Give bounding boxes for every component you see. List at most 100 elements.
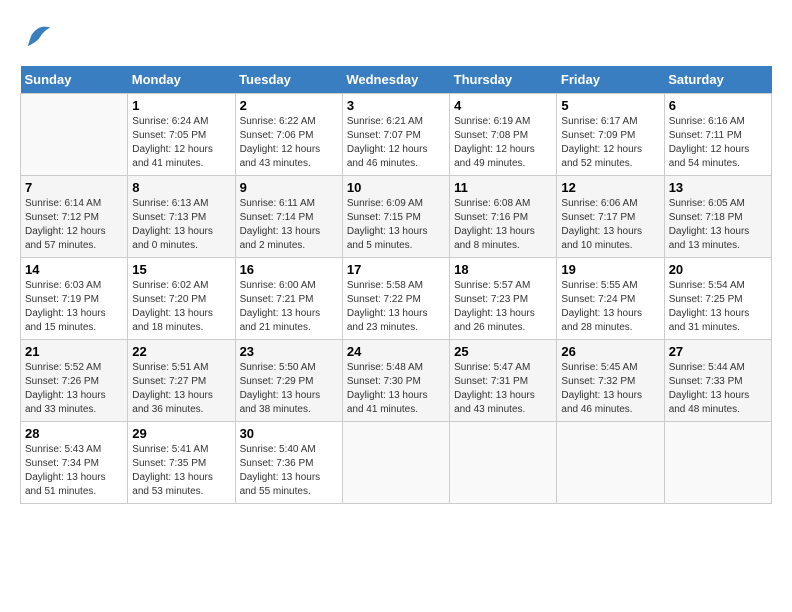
calendar-day-2: 2 Sunrise: 6:22 AMSunset: 7:06 PMDaylight… [235, 94, 342, 176]
day-number: 15 [132, 262, 230, 277]
day-number: 18 [454, 262, 552, 277]
calendar-empty-cell [21, 94, 128, 176]
day-number: 14 [25, 262, 123, 277]
day-number: 21 [25, 344, 123, 359]
day-number: 16 [240, 262, 338, 277]
calendar-day-26: 26 Sunrise: 5:45 AMSunset: 7:32 PMDayligh… [557, 340, 664, 422]
calendar-header-monday: Monday [128, 66, 235, 94]
day-info: Sunrise: 6:02 AMSunset: 7:20 PMDaylight:… [132, 279, 230, 335]
calendar-day-29: 29 Sunrise: 5:41 AMSunset: 7:35 PMDayligh… [128, 422, 235, 504]
day-info: Sunrise: 5:43 AMSunset: 7:34 PMDaylight:… [25, 443, 123, 499]
day-info: Sunrise: 6:03 AMSunset: 7:19 PMDaylight:… [25, 279, 123, 335]
day-number: 8 [132, 180, 230, 195]
calendar-table: SundayMondayTuesdayWednesdayThursdayFrid… [20, 66, 772, 504]
calendar-header-thursday: Thursday [450, 66, 557, 94]
calendar-empty-cell [557, 422, 664, 504]
calendar-day-17: 17 Sunrise: 5:58 AMSunset: 7:22 PMDayligh… [342, 258, 449, 340]
calendar-day-6: 6 Sunrise: 6:16 AMSunset: 7:11 PMDaylight… [664, 94, 771, 176]
calendar-header-saturday: Saturday [664, 66, 771, 94]
day-info: Sunrise: 5:58 AMSunset: 7:22 PMDaylight:… [347, 279, 445, 335]
calendar-day-5: 5 Sunrise: 6:17 AMSunset: 7:09 PMDaylight… [557, 94, 664, 176]
day-info: Sunrise: 6:09 AMSunset: 7:15 PMDaylight:… [347, 197, 445, 253]
day-info: Sunrise: 6:13 AMSunset: 7:13 PMDaylight:… [132, 197, 230, 253]
day-number: 23 [240, 344, 338, 359]
calendar-day-15: 15 Sunrise: 6:02 AMSunset: 7:20 PMDayligh… [128, 258, 235, 340]
calendar-empty-cell [342, 422, 449, 504]
day-info: Sunrise: 6:24 AMSunset: 7:05 PMDaylight:… [132, 115, 230, 171]
day-number: 28 [25, 426, 123, 441]
day-info: Sunrise: 5:54 AMSunset: 7:25 PMDaylight:… [669, 279, 767, 335]
page-header [20, 20, 772, 50]
day-info: Sunrise: 6:00 AMSunset: 7:21 PMDaylight:… [240, 279, 338, 335]
day-info: Sunrise: 6:16 AMSunset: 7:11 PMDaylight:… [669, 115, 767, 171]
calendar-header-tuesday: Tuesday [235, 66, 342, 94]
day-number: 2 [240, 98, 338, 113]
day-number: 11 [454, 180, 552, 195]
day-number: 20 [669, 262, 767, 277]
calendar-empty-cell [664, 422, 771, 504]
calendar-day-19: 19Sunrise: 5:55 AMSunset: 7:24 PMDayligh… [557, 258, 664, 340]
day-number: 6 [669, 98, 767, 113]
day-info: Sunrise: 6:06 AMSunset: 7:17 PMDaylight:… [561, 197, 659, 253]
calendar-day-18: 18 Sunrise: 5:57 AMSunset: 7:23 PMDayligh… [450, 258, 557, 340]
calendar-week-row: 21 Sunrise: 5:52 AMSunset: 7:26 PMDayligh… [21, 340, 772, 422]
calendar-day-1: 1 Sunrise: 6:24 AMSunset: 7:05 PMDaylight… [128, 94, 235, 176]
day-number: 24 [347, 344, 445, 359]
day-number: 27 [669, 344, 767, 359]
calendar-week-row: 1 Sunrise: 6:24 AMSunset: 7:05 PMDaylight… [21, 94, 772, 176]
day-info: Sunrise: 5:40 AMSunset: 7:36 PMDaylight:… [240, 443, 338, 499]
day-info: Sunrise: 5:45 AMSunset: 7:32 PMDaylight:… [561, 361, 659, 417]
logo-bird-icon [24, 20, 54, 50]
calendar-day-7: 7Sunrise: 6:14 AMSunset: 7:12 PMDaylight… [21, 176, 128, 258]
day-info: Sunrise: 5:57 AMSunset: 7:23 PMDaylight:… [454, 279, 552, 335]
day-info: Sunrise: 6:21 AMSunset: 7:07 PMDaylight:… [347, 115, 445, 171]
day-number: 7 [25, 180, 123, 195]
calendar-day-20: 20 Sunrise: 5:54 AMSunset: 7:25 PMDayligh… [664, 258, 771, 340]
day-info: Sunrise: 5:50 AMSunset: 7:29 PMDaylight:… [240, 361, 338, 417]
day-info: Sunrise: 5:51 AMSunset: 7:27 PMDaylight:… [132, 361, 230, 417]
day-number: 26 [561, 344, 659, 359]
calendar-header-wednesday: Wednesday [342, 66, 449, 94]
day-number: 29 [132, 426, 230, 441]
logo [20, 20, 54, 50]
day-number: 17 [347, 262, 445, 277]
calendar-day-28: 28 Sunrise: 5:43 AMSunset: 7:34 PMDayligh… [21, 422, 128, 504]
day-info: Sunrise: 5:41 AMSunset: 7:35 PMDaylight:… [132, 443, 230, 499]
calendar-header-sunday: Sunday [21, 66, 128, 94]
calendar-day-9: 9 Sunrise: 6:11 AMSunset: 7:14 PMDaylight… [235, 176, 342, 258]
day-number: 3 [347, 98, 445, 113]
day-info: Sunrise: 6:11 AMSunset: 7:14 PMDaylight:… [240, 197, 338, 253]
calendar-day-3: 3 Sunrise: 6:21 AMSunset: 7:07 PMDaylight… [342, 94, 449, 176]
day-info: Sunrise: 5:52 AMSunset: 7:26 PMDaylight:… [25, 361, 123, 417]
day-info: Sunrise: 5:55 AMSunset: 7:24 PMDaylight:… [561, 279, 659, 335]
day-info: Sunrise: 6:05 AMSunset: 7:18 PMDaylight:… [669, 197, 767, 253]
calendar-week-row: 28 Sunrise: 5:43 AMSunset: 7:34 PMDayligh… [21, 422, 772, 504]
calendar-header-row: SundayMondayTuesdayWednesdayThursdayFrid… [21, 66, 772, 94]
calendar-day-13: 13 Sunrise: 6:05 AMSunset: 7:18 PMDayligh… [664, 176, 771, 258]
day-number: 13 [669, 180, 767, 195]
day-info: Sunrise: 6:08 AMSunset: 7:16 PMDaylight:… [454, 197, 552, 253]
calendar-day-23: 23 Sunrise: 5:50 AMSunset: 7:29 PMDayligh… [235, 340, 342, 422]
day-number: 22 [132, 344, 230, 359]
calendar-week-row: 14 Sunrise: 6:03 AMSunset: 7:19 PMDayligh… [21, 258, 772, 340]
day-info: Sunrise: 6:19 AMSunset: 7:08 PMDaylight:… [454, 115, 552, 171]
day-number: 12 [561, 180, 659, 195]
calendar-week-row: 7Sunrise: 6:14 AMSunset: 7:12 PMDaylight… [21, 176, 772, 258]
calendar-day-8: 8 Sunrise: 6:13 AMSunset: 7:13 PMDaylight… [128, 176, 235, 258]
calendar-day-25: 25Sunrise: 5:47 AMSunset: 7:31 PMDayligh… [450, 340, 557, 422]
day-number: 30 [240, 426, 338, 441]
calendar-day-30: 30 Sunrise: 5:40 AMSunset: 7:36 PMDayligh… [235, 422, 342, 504]
calendar-day-12: 12 Sunrise: 6:06 AMSunset: 7:17 PMDayligh… [557, 176, 664, 258]
day-number: 5 [561, 98, 659, 113]
calendar-day-22: 22 Sunrise: 5:51 AMSunset: 7:27 PMDayligh… [128, 340, 235, 422]
day-number: 1 [132, 98, 230, 113]
day-info: Sunrise: 6:17 AMSunset: 7:09 PMDaylight:… [561, 115, 659, 171]
day-info: Sunrise: 5:47 AMSunset: 7:31 PMDaylight:… [454, 361, 552, 417]
calendar-day-16: 16 Sunrise: 6:00 AMSunset: 7:21 PMDayligh… [235, 258, 342, 340]
calendar-day-14: 14 Sunrise: 6:03 AMSunset: 7:19 PMDayligh… [21, 258, 128, 340]
calendar-day-11: 11 Sunrise: 6:08 AMSunset: 7:16 PMDayligh… [450, 176, 557, 258]
day-info: Sunrise: 6:22 AMSunset: 7:06 PMDaylight:… [240, 115, 338, 171]
day-number: 9 [240, 180, 338, 195]
calendar-day-27: 27Sunrise: 5:44 AMSunset: 7:33 PMDayligh… [664, 340, 771, 422]
day-number: 10 [347, 180, 445, 195]
